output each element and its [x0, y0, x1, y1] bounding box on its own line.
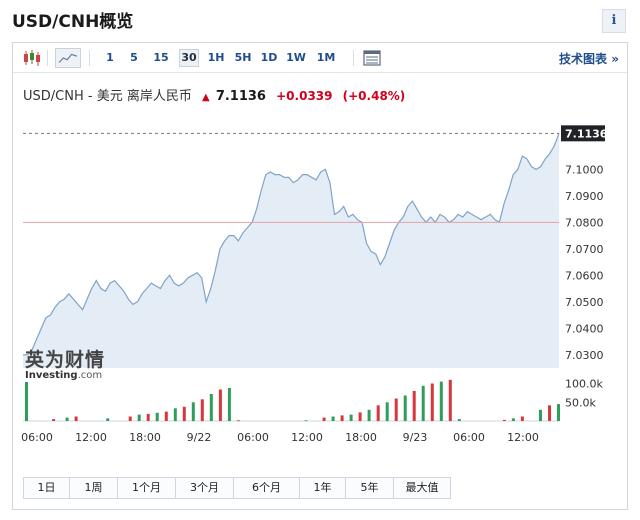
volume-tick-label: 50.0k [565, 396, 596, 409]
y-tick-label: 7.0900 [565, 190, 604, 203]
watermark-en: Investing.com [25, 370, 105, 381]
x-tick-label: 18:00 [129, 431, 161, 444]
range-button[interactable]: 6个月 [234, 478, 300, 498]
volume-bar [520, 416, 524, 421]
volume-bar [191, 402, 195, 422]
volume-bar [412, 391, 416, 421]
watermark-brand: Investing [25, 370, 78, 381]
volume-bar [367, 409, 371, 422]
volume-bar [502, 419, 506, 421]
volume-bar [421, 385, 425, 422]
range-button[interactable]: 5年 [346, 478, 394, 498]
range-selector: 1日 1周 1个月 3个月 6个月 1年 5年 最大值 [23, 477, 451, 499]
price-chart[interactable]: 7.0300 7.0400 7.0500 7.0600 7.0700 7.0800 7.09… [13, 43, 627, 468]
volume-bar [457, 419, 461, 421]
volume-bar [511, 418, 515, 421]
volume-bar [218, 389, 222, 421]
volume-bar [52, 419, 56, 421]
page-title: USD/CNH概览 [12, 12, 134, 32]
y-tick-label: 7.0600 [565, 269, 604, 282]
volume-bar [65, 417, 69, 421]
range-button[interactable]: 1日 [24, 478, 70, 498]
volume-bar [430, 383, 434, 421]
x-tick-label: 9/22 [187, 431, 212, 444]
volume-bar [548, 405, 551, 421]
x-tick-label: 06:00 [21, 431, 53, 444]
volume-bar [403, 395, 407, 421]
volume-bar [137, 414, 141, 421]
volume-bar [146, 413, 150, 421]
volume-bar [25, 382, 28, 421]
volume-bar [227, 388, 231, 421]
x-tick-label: 06:00 [237, 431, 269, 444]
x-tick-label: 06:00 [453, 431, 485, 444]
info-button[interactable]: i [602, 9, 626, 33]
volume-bar [182, 406, 186, 422]
volume-bar [349, 414, 353, 421]
volume-bar [200, 399, 204, 422]
range-button[interactable]: 1年 [300, 478, 346, 498]
volume-bar [106, 418, 110, 421]
x-tick-label: 12:00 [75, 431, 107, 444]
range-button[interactable]: 最大值 [394, 478, 450, 498]
y-tick-label: 7.0300 [565, 349, 604, 362]
volume-bar [557, 404, 560, 421]
volume-bar [74, 416, 78, 421]
volume-bar [128, 416, 132, 421]
volume-bar [340, 415, 344, 421]
volume-bar [322, 417, 326, 421]
volume-bar [439, 381, 443, 421]
y-tick-label: 7.0700 [565, 243, 604, 256]
volume-bar [448, 379, 452, 422]
range-button[interactable]: 3个月 [176, 478, 234, 498]
volume-bar [304, 420, 308, 422]
volume-tick-label: 100.0k [565, 378, 603, 391]
y-tick-label: 7.0500 [565, 296, 604, 309]
x-tick-label: 12:00 [291, 431, 323, 444]
volume-bar [376, 405, 380, 421]
y-tick-label: 7.0400 [565, 322, 604, 335]
volume-bar [155, 412, 159, 422]
x-tick-label: 9/23 [403, 431, 428, 444]
volume-bar [539, 409, 542, 422]
y-tick-label: 7.0800 [565, 216, 604, 229]
watermark-cn: 英为财情 [25, 349, 106, 371]
watermark-domain: .com [77, 370, 103, 381]
x-tick-label: 12:00 [507, 431, 539, 444]
y-tick-label: 7.1000 [565, 163, 604, 176]
chart-widget: 1 5 15 30 1H 5H 1D 1W 1M 技术图表 » USD/CNH - 美元 离岸人… [12, 42, 628, 510]
range-button[interactable]: 1周 [70, 478, 118, 498]
volume-bar [236, 420, 240, 422]
volume-bar [209, 394, 213, 421]
volume-bar [173, 408, 177, 422]
volume-bar [385, 402, 389, 422]
investing-watermark: 英为财情 Investing.com [25, 345, 105, 381]
current-price-label: 7.1136 [565, 127, 608, 140]
volume-bar [394, 398, 398, 421]
volume-bar [331, 416, 335, 421]
volume-bar [358, 412, 362, 421]
range-button[interactable]: 1个月 [118, 478, 176, 498]
volume-bar [164, 411, 168, 421]
x-tick-label: 18:00 [345, 431, 377, 444]
